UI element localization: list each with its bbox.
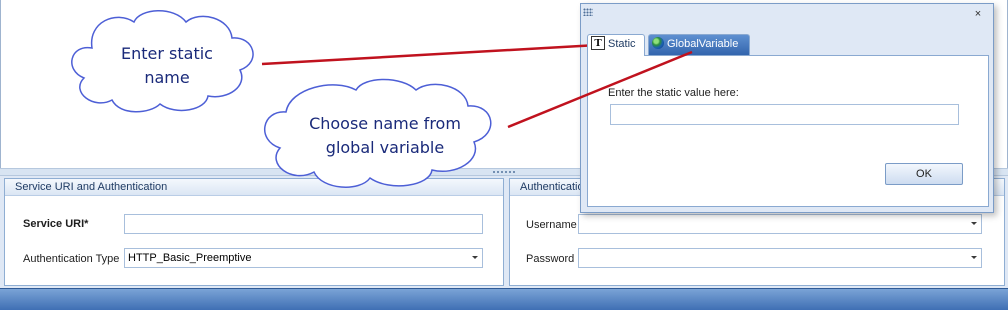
callout-line-static xyxy=(261,43,599,66)
text-t-icon: T xyxy=(591,36,605,51)
callout-static-line1: Enter static xyxy=(121,44,213,63)
callout-global-line2: global variable xyxy=(325,138,445,157)
tab-static-label: Static xyxy=(608,38,636,50)
tab-static[interactable]: T Static xyxy=(587,34,645,56)
callout-static-line2: name xyxy=(144,68,190,87)
callout-global-text: Choose name from global variable xyxy=(290,112,480,160)
callout-static-text: Enter static name xyxy=(92,42,242,90)
callout-global-line1: Choose name from xyxy=(309,114,461,133)
callout-line-global xyxy=(507,50,693,129)
